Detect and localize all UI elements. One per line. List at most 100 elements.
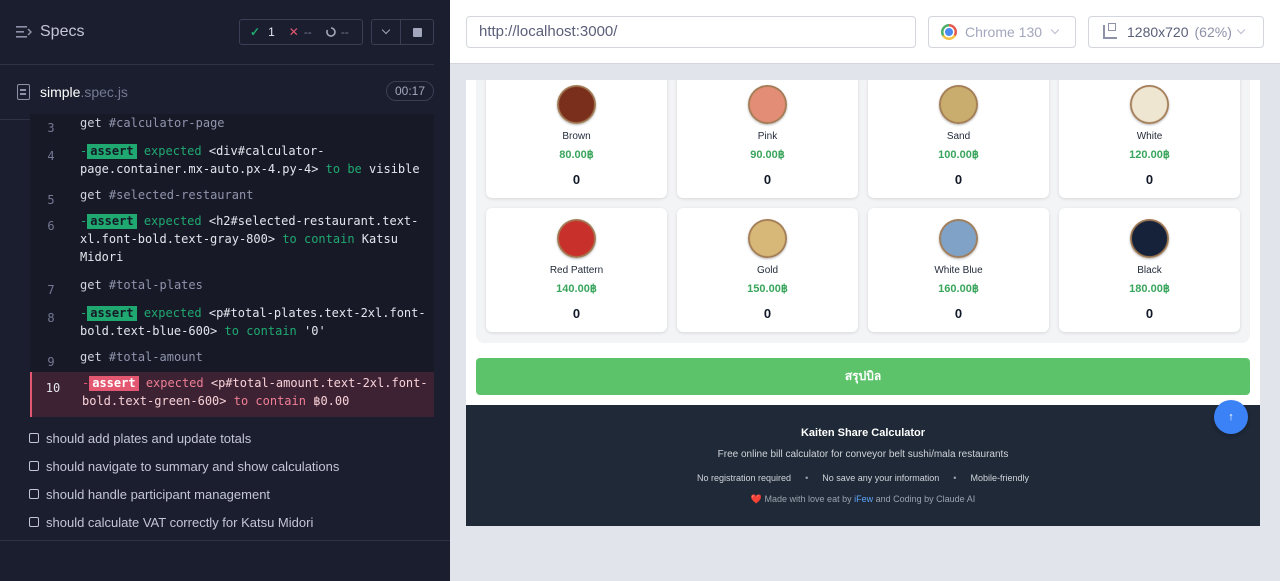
footer-subtitle: Free online bill calculator for conveyor… [717, 449, 1009, 460]
browser-selector[interactable]: Chrome 130 [928, 16, 1076, 48]
checkbox-icon [29, 461, 39, 471]
assert-matcher: to contain [224, 324, 297, 338]
command-row[interactable]: 3 get #calculator-page [30, 114, 434, 135]
test-title: should handle participant management [46, 486, 271, 502]
command-row[interactable]: 7 get #total-plates [30, 274, 434, 297]
footer-credit: ❤️ Made with love eat by iFew and Coding… [466, 494, 1260, 505]
command-name: get [80, 278, 102, 292]
command-body: - assert expected <h2#selected-restaurant… [80, 212, 430, 266]
command-line-number: 5 [47, 193, 55, 207]
test-item[interactable]: should add plates and update totals [29, 428, 251, 448]
plate-card[interactable]: Black 180.00฿ 0 [1059, 208, 1240, 332]
command-name: get [80, 188, 102, 202]
pending-count: -- [340, 25, 349, 39]
test-item[interactable]: should navigate to summary and show calc… [29, 456, 339, 476]
command-body: - assert expected <div#calculator-page.co… [80, 142, 430, 178]
checkbox-icon [29, 433, 39, 443]
plate-price: 90.00฿ [750, 149, 785, 161]
command-body: - assert expected <p#total-plates.text-2x… [80, 304, 430, 340]
test-title: should add plates and update totals [46, 430, 252, 446]
heart-icon: ❤️ [750, 494, 763, 504]
browser-toolbar: http://localhost:3000/ Chrome 130 1280x7… [450, 0, 1280, 64]
plate-count: 0 [572, 172, 581, 187]
test-title: should calculate VAT correctly for Katsu… [46, 514, 314, 530]
check-icon: ✓ [250, 25, 261, 39]
url-bar[interactable]: http://localhost:3000/ [466, 16, 916, 48]
plate-card[interactable]: Sand 100.00฿ 0 [868, 80, 1049, 198]
plate-image [748, 85, 787, 124]
dash: - [80, 214, 88, 228]
command-body: get #total-amount [80, 348, 430, 366]
chevron-down-icon [381, 25, 391, 35]
cross-icon: ✕ [288, 25, 299, 39]
plate-price: 120.00฿ [1129, 149, 1170, 161]
plate-price: 150.00฿ [747, 283, 788, 295]
plate-name: Black [1137, 265, 1162, 276]
plate-count: 0 [763, 172, 772, 187]
plate-name: Red Pattern [549, 265, 604, 276]
command-name: get [80, 350, 102, 364]
app-preview: http://localhost:3000/ Chrome 130 1280x7… [450, 0, 1280, 581]
plate-count: 0 [954, 306, 963, 321]
footer-title: Kaiten Share Calculator [800, 427, 926, 439]
assert-value: ฿0.00 [313, 394, 350, 408]
spec-file-row[interactable]: simple.spec.js 00:17 [0, 66, 434, 120]
command-row[interactable]: 6 - assert expected <h2#selected-restauran… [30, 210, 434, 268]
command-line-number: 8 [47, 311, 55, 325]
command-row[interactable]: 5 get #selected-restaurant [30, 184, 434, 207]
app-frame: Brown 80.00฿ 0 Pink 90.00฿ 0 Sand 100.00฿ 0 White… [466, 80, 1260, 526]
viewport-selector[interactable]: 1280x720 (62%) [1088, 16, 1264, 48]
menu-icon[interactable] [16, 25, 32, 39]
command-body: get #total-plates [80, 276, 430, 294]
assert-expected: expected [143, 144, 202, 158]
plate-card[interactable]: White Blue 160.00฿ 0 [868, 208, 1049, 332]
bullet-icon: • [953, 473, 957, 483]
credit-link[interactable]: iFew [854, 494, 873, 504]
plate-card[interactable]: White 120.00฿ 0 [1059, 80, 1240, 198]
plate-card[interactable]: Red Pattern 140.00฿ 0 [486, 208, 667, 332]
options-dropdown-button[interactable] [371, 19, 401, 45]
assert-badge: assert [89, 376, 139, 391]
credit-prefix: Made with love eat by [764, 494, 852, 504]
bullet-icon: • [805, 473, 809, 483]
footer-features: No registration required • No save any y… [466, 473, 1260, 483]
assert-matcher: to be [325, 162, 362, 176]
stop-button[interactable] [401, 19, 434, 45]
command-row[interactable]: 8 - assert expected <p#total-plates.text-2… [30, 302, 434, 342]
passed-count: 1 [268, 25, 275, 39]
duration-badge: 00:17 [386, 81, 434, 101]
test-item[interactable]: should calculate VAT correctly for Katsu… [29, 512, 313, 532]
command-name: get [80, 116, 102, 130]
ruler-icon [1103, 23, 1117, 39]
test-item[interactable]: should handle participant management [29, 484, 270, 504]
assert-badge: assert [87, 214, 137, 229]
scroll-to-top-button[interactable]: ↑ [1214, 400, 1248, 434]
plates-grid: Brown 80.00฿ 0 Pink 90.00฿ 0 Sand 100.00฿ 0 White… [476, 80, 1250, 343]
command-row[interactable]: 9 get #total-amount [30, 346, 434, 369]
assert-badge: assert [87, 306, 137, 321]
test-stats: ✓ 1 ✕ -- -- [239, 19, 363, 45]
plate-card[interactable]: Pink 90.00฿ 0 [677, 80, 858, 198]
command-row[interactable]: 4 - assert expected <div#calculator-page.c… [30, 140, 434, 184]
command-row[interactable]: 10 - assert expected <p#total-amount.text-… [30, 372, 434, 417]
plate-card[interactable]: Gold 150.00฿ 0 [677, 208, 858, 332]
summary-button[interactable]: สรุปบิล [476, 358, 1250, 395]
specs-title[interactable]: Specs [40, 23, 84, 41]
plate-count: 0 [954, 172, 963, 187]
plate-name: White [1136, 131, 1163, 142]
assert-matcher: to contain [233, 394, 306, 408]
assert-matcher: to contain [282, 232, 355, 246]
command-body: get #calculator-page [80, 114, 430, 132]
plate-count: 0 [1145, 172, 1154, 187]
arrow-up-icon: ↑ [1228, 411, 1234, 423]
failed-count: -- [303, 25, 312, 39]
plate-image [939, 85, 978, 124]
assert-expected: expected [143, 306, 202, 320]
plate-price: 140.00฿ [556, 283, 597, 295]
assert-value: '0' [304, 324, 326, 338]
command-selector: #total-amount [108, 350, 203, 364]
assert-expected: expected [145, 376, 204, 390]
command-line-number: 7 [47, 283, 55, 297]
plate-card[interactable]: Brown 80.00฿ 0 [486, 80, 667, 198]
assert-expected: expected [143, 214, 202, 228]
